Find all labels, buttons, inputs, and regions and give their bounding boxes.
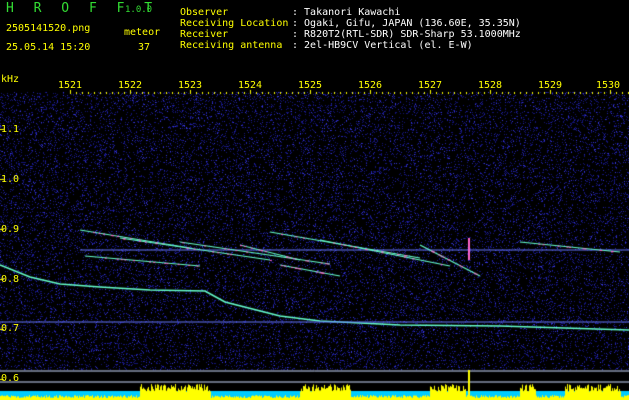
location-label: Receiving Location	[180, 18, 289, 29]
x-tick-label: 1527	[418, 80, 443, 91]
header-panel: H R O F F T 1.0.0 2505141520.png meteor …	[0, 0, 629, 70]
y-unit-label: kHz	[1, 74, 20, 85]
file-name: 2505141520.png	[6, 23, 91, 34]
observer-value: : Takanori Kawachi	[292, 7, 401, 18]
x-tick-label: 1529	[538, 80, 563, 91]
y-tick-label: 0.6	[1, 373, 20, 384]
antenna-value: : 2el-HB9CV Vertical (el. E-W)	[292, 40, 473, 51]
y-tick-label: 0.7	[1, 323, 20, 334]
x-tick-label: 1524	[238, 80, 263, 91]
x-tick-label: 1521	[58, 80, 83, 91]
spectrogram-canvas	[0, 70, 629, 400]
meteor-count: 37	[138, 42, 151, 53]
meteor-label: meteor	[124, 27, 161, 38]
x-tick-label: 1528	[478, 80, 503, 91]
receiver-value: : R820T2(RTL-SDR) SDR-Sharp 53.1000MHz	[292, 29, 521, 40]
observer-label: Observer	[180, 7, 229, 18]
file-datetime: 25.05.14 15:20	[6, 42, 91, 53]
y-tick-label: 1.1	[1, 124, 20, 135]
x-tick-label: 1530	[596, 80, 621, 91]
location-value: : Ogaki, Gifu, JAPAN (136.60E, 35.35N)	[292, 18, 521, 29]
receiver-label: Receiver	[180, 29, 229, 40]
y-tick-label: 1.0	[1, 174, 20, 185]
app-version: 1.0.0	[125, 5, 153, 15]
y-tick-label: 0.9	[1, 224, 20, 235]
x-tick-label: 1523	[178, 80, 203, 91]
x-tick-label: 1522	[118, 80, 143, 91]
y-tick-label: 0.8	[1, 274, 20, 285]
x-tick-label: 1526	[358, 80, 383, 91]
x-tick-label: 1525	[298, 80, 323, 91]
antenna-label: Receiving antenna	[180, 40, 283, 51]
